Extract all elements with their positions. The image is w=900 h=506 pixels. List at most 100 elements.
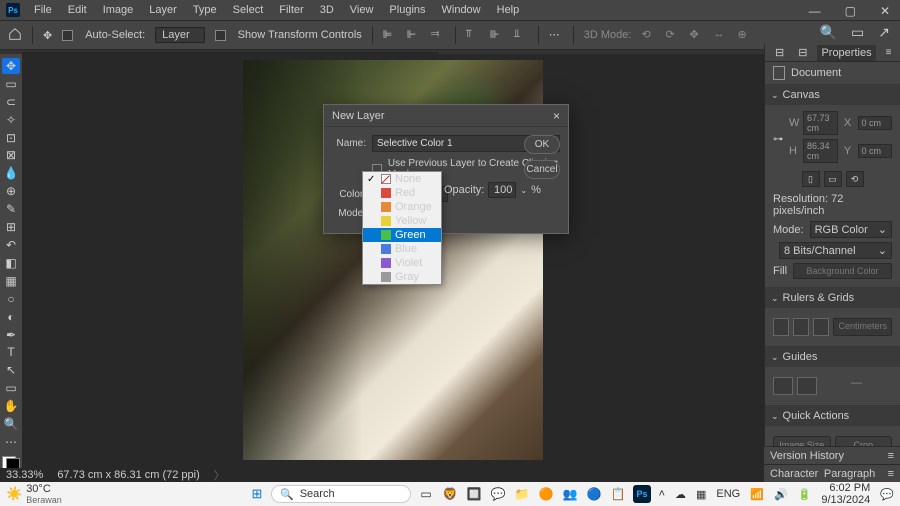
quick-actions-header[interactable]: Quick Actions — [765, 406, 900, 426]
orientation-landscape[interactable]: ▭ — [824, 171, 842, 187]
status-flyout-icon[interactable]: 〉 — [214, 467, 225, 483]
menu-type[interactable]: Type — [187, 2, 223, 18]
menu-edit[interactable]: Edit — [62, 2, 93, 18]
tray-icon-2[interactable]: ▦ — [696, 488, 706, 501]
menu-image[interactable]: Image — [97, 2, 140, 18]
taskbar-app-3[interactable]: 💬 — [489, 485, 507, 503]
eraser-tool[interactable]: ◧ — [2, 255, 20, 271]
panel-dock-icon-2[interactable]: ⊟ — [794, 44, 811, 61]
dialog-close-icon[interactable]: × — [553, 109, 560, 123]
stamp-tool[interactable]: ⊞ — [2, 219, 20, 235]
character-tab[interactable]: Character — [770, 468, 818, 480]
align-top-icon[interactable]: ⫪ — [466, 28, 480, 42]
grid-icon[interactable] — [793, 318, 809, 336]
3d-orbit-icon[interactable]: ⟲ — [641, 28, 655, 42]
taskbar-app-1[interactable]: 🦁 — [441, 485, 459, 503]
color-option-none[interactable]: ✓None — [363, 172, 441, 186]
link-dimensions-icon[interactable]: ⊶ — [773, 134, 783, 145]
clock-date[interactable]: 9/13/2024 — [821, 494, 870, 506]
hand-tool[interactable]: ✋ — [2, 398, 20, 414]
auto-select-checkbox[interactable] — [62, 30, 73, 41]
menu-help[interactable]: Help — [491, 2, 526, 18]
workspace-icon[interactable]: ▭ — [851, 24, 864, 41]
version-history-tab[interactable]: Version History≡ — [764, 446, 900, 464]
wifi-icon[interactable]: 📶 — [750, 488, 764, 501]
menu-plugins[interactable]: Plugins — [383, 2, 431, 18]
3d-zoom-icon[interactable]: ⊕ — [737, 28, 751, 42]
color-option-green[interactable]: Green — [363, 228, 441, 242]
weather-icon[interactable]: ☀️ — [6, 486, 22, 502]
eyedropper-tool[interactable]: 💧 — [2, 165, 20, 181]
color-option-blue[interactable]: Blue — [363, 242, 441, 256]
menu-layer[interactable]: Layer — [143, 2, 183, 18]
guide-icon-2[interactable] — [797, 377, 817, 395]
zoom-tool[interactable]: 🔍 — [2, 416, 20, 432]
home-icon[interactable] — [8, 27, 22, 44]
dodge-tool[interactable]: ◐ — [2, 309, 20, 325]
color-option-violet[interactable]: Violet — [363, 256, 441, 270]
maximize-button[interactable]: ▢ — [839, 2, 862, 20]
taskbar-app-7[interactable]: 🔵 — [585, 485, 603, 503]
share-icon[interactable]: ↗ — [878, 24, 890, 41]
canvas-section-header[interactable]: Canvas — [765, 85, 900, 105]
close-button[interactable]: ✕ — [874, 2, 896, 20]
panel-dock-icon[interactable]: ⊟ — [771, 44, 788, 61]
color-option-yellow[interactable]: Yellow — [363, 214, 441, 228]
language-indicator[interactable]: ENG — [716, 488, 740, 500]
type-tool[interactable]: T — [2, 345, 20, 361]
frame-tool[interactable]: ⊠ — [2, 148, 20, 164]
x-input[interactable]: 0 cm — [858, 116, 893, 130]
3d-slide-icon[interactable]: ↔ — [713, 28, 727, 42]
taskbar-search[interactable]: 🔍Search — [271, 485, 411, 503]
rulers-section-header[interactable]: Rulers & Grids — [765, 288, 900, 308]
y-input[interactable]: 0 cm — [858, 144, 893, 158]
taskbar-app-5[interactable]: 🟠 — [537, 485, 555, 503]
opacity-stepper[interactable]: ⌄ — [520, 186, 527, 195]
height-input[interactable]: 86.34 cm — [803, 139, 838, 163]
history-brush-tool[interactable]: ↶ — [2, 237, 20, 253]
path-tool[interactable]: ↖ — [2, 362, 20, 378]
align-middle-icon[interactable]: ⊪ — [490, 28, 504, 42]
taskbar-app-4[interactable]: 📁 — [513, 485, 531, 503]
guides-section-header[interactable]: Guides — [765, 347, 900, 367]
tray-chevron-icon[interactable]: ˄ — [659, 488, 665, 500]
color-option-gray[interactable]: Gray — [363, 270, 441, 284]
ruler-unit-dropdown[interactable]: Centimeters — [833, 318, 892, 336]
shape-tool[interactable]: ▭ — [2, 380, 20, 396]
menu-window[interactable]: Window — [436, 2, 487, 18]
menu-file[interactable]: File — [28, 2, 58, 18]
align-left-icon[interactable]: ⊫ — [383, 28, 397, 42]
pen-tool[interactable]: ✒ — [2, 327, 20, 343]
depth-dropdown[interactable]: 8 Bits/Channel⌄ — [779, 242, 892, 259]
guide-icon-1[interactable] — [773, 377, 793, 395]
minimize-button[interactable]: — — [803, 2, 827, 20]
color-option-orange[interactable]: Orange — [363, 200, 441, 214]
distribute-icon[interactable]: ⋯ — [549, 28, 563, 42]
start-button[interactable]: ⊞ — [249, 486, 265, 502]
battery-icon[interactable]: 🔋 — [798, 488, 812, 501]
taskbar-app-2[interactable]: 🔲 — [465, 485, 483, 503]
menu-select[interactable]: Select — [227, 2, 270, 18]
blur-tool[interactable]: ○ — [2, 291, 20, 307]
search-icon[interactable]: 🔍 — [820, 24, 837, 41]
background-color-button[interactable]: Background Color — [793, 263, 892, 279]
align-center-icon[interactable]: ⊩ — [407, 28, 421, 42]
ok-button[interactable]: OK — [524, 135, 560, 154]
move-tool[interactable]: ✥ — [2, 58, 20, 74]
edit-toolbar[interactable]: ⋯ — [2, 434, 20, 450]
move-tool-icon[interactable]: ✥ — [43, 29, 52, 42]
taskbar-app-8[interactable]: 📋 — [609, 485, 627, 503]
3d-roll-icon[interactable]: ⟳ — [665, 28, 679, 42]
gradient-tool[interactable]: ▦ — [2, 273, 20, 289]
properties-tab[interactable]: Properties — [817, 45, 875, 61]
mode-dropdown[interactable]: RGB Color⌄ — [810, 221, 892, 238]
panel-menu-icon[interactable]: ≡ — [882, 45, 896, 60]
align-right-icon[interactable]: ⫤ — [431, 28, 445, 42]
menu-view[interactable]: View — [344, 2, 380, 18]
show-transform-checkbox[interactable] — [215, 30, 226, 41]
heal-tool[interactable]: ⊕ — [2, 183, 20, 199]
lasso-tool[interactable]: ⊂ — [2, 94, 20, 110]
taskbar-photoshop[interactable]: Ps — [633, 485, 651, 503]
wand-tool[interactable]: ✧ — [2, 112, 20, 128]
menu-3d[interactable]: 3D — [314, 2, 340, 18]
